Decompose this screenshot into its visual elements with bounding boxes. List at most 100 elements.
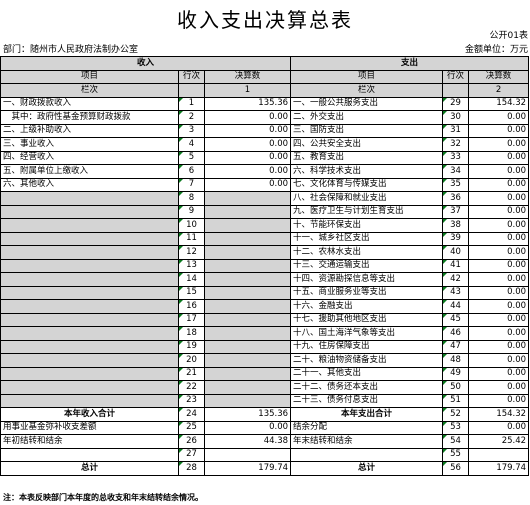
- expense-seq: 33: [442, 150, 470, 165]
- income-item-label: 六、其他收入: [0, 177, 179, 192]
- income-seq: 2: [178, 110, 205, 125]
- expense-total-label: 本年支出合计: [290, 407, 444, 422]
- table-row: 六、其他收入 7 0.00 七、文化体育与传媒支出 35 0.00: [0, 177, 530, 192]
- income-amount: [203, 312, 292, 327]
- expense-item-label: 六、科学技术支出: [290, 164, 444, 179]
- income-seq: 10: [178, 218, 205, 233]
- expense-total-seq: 56: [442, 461, 470, 476]
- table-row: 一、财政拨款收入 1 135.36 一、一般公共服务支出 29 154.32: [0, 96, 530, 111]
- income-seq: 3: [178, 123, 205, 138]
- table-row: 20 二十、粮油物资储备支出 48 0.00: [0, 353, 530, 368]
- expense-amount-header: 决算数: [468, 69, 530, 84]
- table-row: 11 十一、城乡社区支出 39 0.00: [0, 231, 530, 246]
- expense-item-label: 七、文化体育与传媒支出: [290, 177, 444, 192]
- total-row: 总计 28 179.74 总计 56 179.74: [0, 461, 530, 476]
- income-amount-header: 决算数: [203, 69, 292, 84]
- form-number: 公开01表: [489, 31, 528, 41]
- income-amount: [203, 245, 292, 260]
- expense-item-label: 十四、资源勘探信息等支出: [290, 272, 444, 287]
- expense-amount: 0.00: [468, 339, 530, 354]
- total-row: 本年收入合计 24 135.36 本年支出合计 52 154.32: [0, 407, 530, 422]
- expense-seq: 39: [442, 231, 470, 246]
- expense-amount: 0.00: [468, 245, 530, 260]
- expense-item-label: 一、一般公共服务支出: [290, 96, 444, 111]
- expense-item-label: 二、外交支出: [290, 110, 444, 125]
- total-row: 27 55: [0, 447, 530, 462]
- income-seq: 12: [178, 245, 205, 260]
- expense-amount: 0.00: [468, 299, 530, 314]
- income-total-label: [0, 447, 179, 462]
- income-amount: 0.00: [203, 110, 292, 125]
- expense-total-label: [290, 447, 444, 462]
- income-seq: 20: [178, 353, 205, 368]
- income-item-header: 项目: [0, 69, 179, 84]
- income-item-label: [0, 393, 179, 408]
- income-seq: 17: [178, 312, 205, 327]
- expense-header: 支出: [290, 56, 530, 71]
- expense-lanci-label: 栏次: [290, 83, 444, 98]
- income-lanci-label: 栏次: [0, 83, 179, 98]
- expense-total-label: 结余分配: [290, 420, 444, 435]
- expense-amount: 154.32: [468, 96, 530, 111]
- income-amount: [203, 191, 292, 206]
- expense-item-label: 二十、粮油物资储备支出: [290, 353, 444, 368]
- income-seq: 4: [178, 137, 205, 152]
- expense-item-label: 三、国防支出: [290, 123, 444, 138]
- income-seq: 7: [178, 177, 205, 192]
- income-seq: 5: [178, 150, 205, 165]
- column-header-row: 项目 行次 决算数 项目 行次 决算数: [0, 69, 530, 84]
- expense-total-amount: 154.32: [468, 407, 530, 422]
- table-row: 15 十五、商业服务业等支出 43 0.00: [0, 285, 530, 300]
- expense-total-seq: 55: [442, 447, 470, 462]
- income-item-label: [0, 191, 179, 206]
- income-total-label: 用事业基金弥补收支差额: [0, 420, 179, 435]
- expense-seq: 42: [442, 272, 470, 287]
- expense-seq: 46: [442, 326, 470, 341]
- column-number-row: 栏次 1 栏次 2: [0, 83, 530, 98]
- income-total-amount: 135.36: [203, 407, 292, 422]
- expense-seq: 35: [442, 177, 470, 192]
- income-item-label: [0, 285, 179, 300]
- income-amount: 0.00: [203, 164, 292, 179]
- expense-item-label: 十三、交通运输支出: [290, 258, 444, 273]
- expense-amount: 0.00: [468, 164, 530, 179]
- income-item-label: [0, 258, 179, 273]
- income-total-label: 年初结转和结余: [0, 434, 179, 449]
- income-total-seq: 27: [178, 447, 205, 462]
- income-item-label: [0, 204, 179, 219]
- income-seq: 23: [178, 393, 205, 408]
- table-row: 17 十七、援助其他地区支出 45 0.00: [0, 312, 530, 327]
- expense-item-label: 十一、城乡社区支出: [290, 231, 444, 246]
- section-header-row: 收入 支出: [0, 56, 530, 71]
- expense-amount: 0.00: [468, 353, 530, 368]
- expense-amount: 0.00: [468, 218, 530, 233]
- expense-item-label: 十、节能环保支出: [290, 218, 444, 233]
- income-amount: 135.36: [203, 96, 292, 111]
- income-item-label: 二、上级补助收入: [0, 123, 179, 138]
- income-amount: [203, 326, 292, 341]
- income-total-amount: 44.38: [203, 434, 292, 449]
- income-total-label: 总计: [0, 461, 179, 476]
- table-row: 三、事业收入 4 0.00 四、公共安全支出 32 0.00: [0, 137, 530, 152]
- table-row: 9 九、医疗卫生与计划生育支出 37 0.00: [0, 204, 530, 219]
- expense-total-amount: 25.42: [468, 434, 530, 449]
- expense-item-label: 十五、商业服务业等支出: [290, 285, 444, 300]
- table-row: 23 二十三、债务付息支出 51 0.00: [0, 393, 530, 408]
- income-amount: [203, 218, 292, 233]
- expense-total-amount: [468, 447, 530, 462]
- summary-table: 收入 支出 项目 行次 决算数 项目 行次 决算数 栏次 1 栏次 2 一、财政…: [0, 56, 530, 476]
- income-column-number: 1: [203, 83, 292, 98]
- income-amount: [203, 272, 292, 287]
- income-amount: 0.00: [203, 123, 292, 138]
- expense-amount: 0.00: [468, 191, 530, 206]
- income-item-label: 其中：政府性基金预算财政拨款: [0, 110, 179, 125]
- table-row: 14 十四、资源勘探信息等支出 42 0.00: [0, 272, 530, 287]
- expense-seq: 41: [442, 258, 470, 273]
- income-header: 收入: [0, 56, 292, 71]
- income-amount: [203, 380, 292, 395]
- income-total-amount: 179.74: [203, 461, 292, 476]
- expense-item-label: 十六、金融支出: [290, 299, 444, 314]
- expense-item-label: 九、医疗卫生与计划生育支出: [290, 204, 444, 219]
- income-total-seq: 28: [178, 461, 205, 476]
- table-row: 其中：政府性基金预算财政拨款 2 0.00 二、外交支出 30 0.00: [0, 110, 530, 125]
